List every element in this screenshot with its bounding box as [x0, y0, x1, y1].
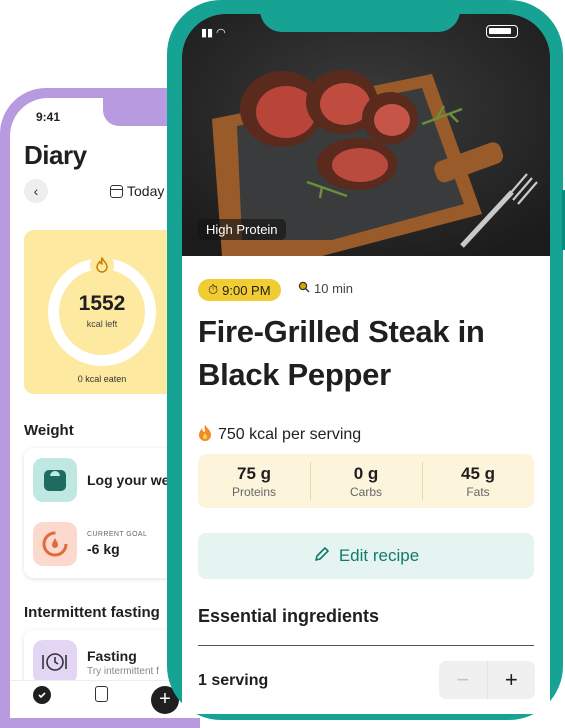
- weight-section-title: Weight: [24, 422, 74, 439]
- kcal-left-label: kcal left: [86, 319, 118, 329]
- goal-caption: CURRENT GOAL: [87, 531, 148, 538]
- kcal-left-value: 1552: [78, 292, 126, 315]
- battery-icon: [486, 25, 518, 38]
- edit-recipe-label: Edit recipe: [338, 546, 420, 565]
- timer-icon: ⏱: [208, 282, 219, 297]
- macro-label: Proteins: [231, 484, 277, 499]
- divider: [198, 645, 534, 646]
- fasting-sublabel: Try intermittent f: [87, 666, 159, 677]
- fire-icon: [198, 424, 212, 446]
- serving-stepper: − +: [439, 661, 535, 699]
- status-time: 9:41: [36, 110, 61, 124]
- kcal-per-serving: 750 kcal per serving: [198, 424, 361, 446]
- macro-value: 75 g: [236, 463, 272, 483]
- meal-time: 9:00 PM: [222, 282, 271, 298]
- recipe-title: Fire-Grilled Steak in Black Pepper: [198, 314, 485, 392]
- date-selector[interactable]: Today: [110, 183, 164, 199]
- pencil-icon: [313, 545, 331, 568]
- macros-panel: 75 g Proteins 0 g Carbs 45 g Fats: [198, 454, 534, 508]
- kcal-text: 750 kcal per serving: [218, 426, 362, 443]
- kcal-eaten: 0 kcal eaten: [77, 374, 127, 384]
- macro-carbs: 0 g Carbs: [310, 454, 422, 508]
- prep-duration: 10 min: [298, 281, 353, 296]
- tab-notes-icon[interactable]: [95, 686, 108, 702]
- goal-value: -6 kg: [87, 541, 120, 557]
- calendar-icon: [110, 184, 123, 198]
- front-phone-notch: [260, 0, 460, 32]
- macro-label: Carbs: [349, 484, 382, 499]
- macro-value: 45 g: [460, 463, 496, 483]
- macro-proteins: 75 g Proteins: [198, 454, 310, 508]
- chevron-left-icon[interactable]: ‹: [24, 179, 48, 203]
- tab-diary-icon[interactable]: [33, 686, 51, 704]
- increment-button[interactable]: +: [486, 661, 536, 699]
- decrement-button[interactable]: −: [439, 661, 487, 699]
- fasting-clock-icon: [33, 640, 77, 684]
- recipe-tag: High Protein: [198, 219, 286, 240]
- meal-time-pill[interactable]: ⏱ 9:00 PM: [198, 279, 281, 301]
- macro-value: 0 g: [353, 463, 379, 483]
- search-icon: [298, 281, 310, 296]
- fasting-section-title: Intermittent fasting: [24, 604, 160, 621]
- page-title: Diary: [24, 140, 87, 170]
- flame-icon: [90, 253, 114, 277]
- macro-fats: 45 g Fats: [422, 454, 534, 508]
- serving-label: 1 serving: [198, 672, 269, 689]
- scale-icon: [33, 458, 77, 502]
- signal-wifi-icon: ▮▮ ◠: [201, 27, 226, 39]
- date-label: Today: [127, 183, 165, 199]
- goal-icon: [33, 522, 77, 566]
- duration-text: 10 min: [314, 281, 354, 296]
- macro-label: Fats: [466, 484, 490, 499]
- fasting-label: Fasting: [87, 648, 137, 664]
- edit-recipe-button[interactable]: Edit recipe: [198, 533, 534, 579]
- ingredients-title: Essential ingredients: [198, 606, 380, 626]
